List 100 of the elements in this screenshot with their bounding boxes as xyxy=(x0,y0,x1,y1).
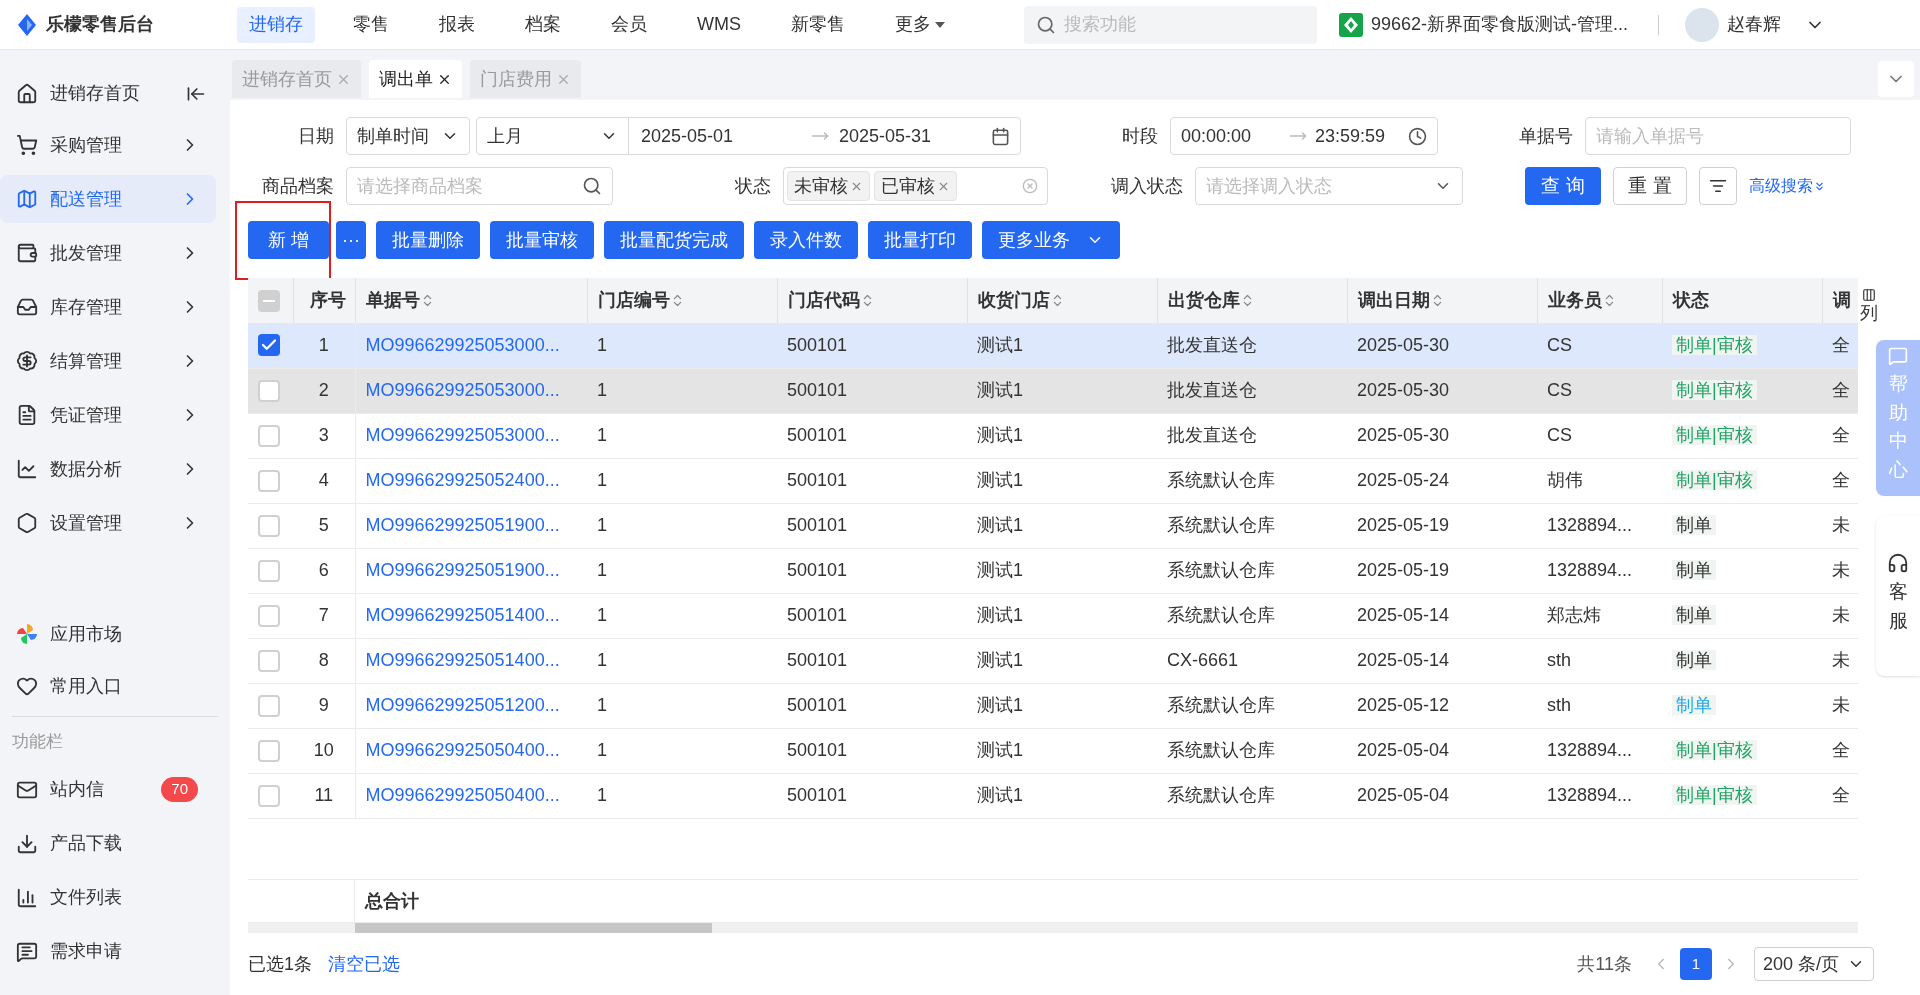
tabs-menu-button[interactable] xyxy=(1878,61,1914,97)
column-header[interactable]: 出货仓库 xyxy=(1167,287,1255,314)
column-settings-button[interactable]: 列 xyxy=(1860,288,1878,324)
row-checkbox[interactable] xyxy=(258,784,280,807)
row-checkbox[interactable] xyxy=(258,334,280,357)
row-checkbox[interactable] xyxy=(258,559,280,582)
date-type-select[interactable]: 制单时间 xyxy=(346,117,470,155)
document-link[interactable]: MO996629925051900... xyxy=(365,515,560,535)
row-checkbox[interactable] xyxy=(258,514,280,537)
column-header[interactable]: 门店编号 xyxy=(597,287,685,314)
row-checkbox[interactable] xyxy=(258,469,280,492)
time-start-field[interactable]: 00:00:00 xyxy=(1181,122,1281,150)
document-link[interactable]: MO996629925051200... xyxy=(365,695,560,715)
filter-settings-button[interactable] xyxy=(1699,167,1737,205)
clock-icon[interactable] xyxy=(1408,126,1427,146)
store-name[interactable]: 99662-新界面零食版测试-管理... xyxy=(1371,11,1629,38)
document-link[interactable]: MO996629925053000... xyxy=(365,334,560,355)
table-row[interactable]: 10 MO996629925050400... 1 500101 测试1 系统默认仓库 2025-05-04 1328894... 制单|审核 全 xyxy=(248,728,1858,773)
select-all-checkbox[interactable] xyxy=(258,289,280,312)
action-button[interactable]: 批量审核 xyxy=(490,221,594,259)
sidebar-item[interactable]: 凭证管理 xyxy=(0,391,216,439)
document-link[interactable]: MO996629925050400... xyxy=(365,740,560,760)
row-checkbox[interactable] xyxy=(258,604,280,627)
column-header[interactable]: 单据号 xyxy=(365,287,435,314)
table-row[interactable]: 8 MO996629925051400... 1 500101 测试1 CX-6661 2025-05-14 sth 制单 未 xyxy=(248,638,1858,683)
time-end-field[interactable]: 23:59:59 xyxy=(1315,122,1386,150)
page-size-select[interactable]: 200 条/页 xyxy=(1753,947,1874,981)
table-row[interactable]: 11 MO996629925050400... 1 500101 测试1 系统默认仓库 2025-05-04 1328894... 制单|审核 全 xyxy=(248,773,1858,818)
column-header[interactable]: 调 xyxy=(1832,287,1851,314)
column-header[interactable]: 业务员 xyxy=(1547,287,1617,314)
row-checkbox[interactable] xyxy=(258,649,280,672)
row-checkbox[interactable] xyxy=(258,694,280,717)
document-link[interactable]: MO996629925053000... xyxy=(365,380,560,400)
document-link[interactable]: MO996629925052400... xyxy=(365,470,560,490)
row-checkbox[interactable] xyxy=(258,379,280,402)
status-select[interactable]: 未审核 已审核 xyxy=(783,167,1048,205)
action-button[interactable]: 更多业务 xyxy=(982,221,1120,259)
advanced-search-link[interactable]: 高级搜索 xyxy=(1749,174,1826,198)
top-nav-link[interactable]: 档案 xyxy=(513,6,573,43)
scrollbar-thumb[interactable] xyxy=(355,923,712,933)
column-header[interactable]: 序号 xyxy=(309,287,346,314)
date-end-field[interactable]: 2025-05-31 xyxy=(839,122,989,150)
table-row[interactable]: 1 MO996629925053000... 1 500101 测试1 批发直送仓 2025-05-30 CS 制单|审核 全 xyxy=(248,323,1858,368)
column-header[interactable]: 调出日期 xyxy=(1357,287,1445,314)
clear-selection-link[interactable]: 清空已选 xyxy=(328,950,400,978)
action-button[interactable]: 批量删除 xyxy=(376,221,480,259)
document-link[interactable]: MO996629925050400... xyxy=(365,785,560,805)
column-header[interactable]: 收货门店 xyxy=(977,287,1065,314)
customer-service-button[interactable]: 客服 xyxy=(1876,516,1920,676)
top-nav-link[interactable]: 进销存 xyxy=(237,6,315,43)
table-row[interactable]: 7 MO996629925051400... 1 500101 测试1 系统默认仓库 2025-05-14 郑志炜 制单 未 xyxy=(248,593,1858,638)
action-button[interactable]: 新 增 xyxy=(248,221,329,259)
column-header[interactable]: 状态 xyxy=(1672,287,1709,314)
sidebar-item[interactable]: 站内信 70 xyxy=(0,762,230,817)
document-link[interactable]: MO996629925051400... xyxy=(365,650,560,670)
row-checkbox[interactable] xyxy=(258,424,280,447)
action-button[interactable]: 批量配货完成 xyxy=(604,221,744,259)
document-link[interactable]: MO996629925053000... xyxy=(365,425,560,445)
row-checkbox[interactable] xyxy=(258,739,280,762)
document-link[interactable]: MO996629925051900... xyxy=(365,560,560,580)
page-tab[interactable]: 调出单 xyxy=(369,60,462,98)
user-name[interactable]: 赵春辉 xyxy=(1727,11,1782,38)
sidebar-item[interactable]: 应用市场 xyxy=(0,608,230,660)
calendar-icon[interactable] xyxy=(991,126,1010,146)
table-row[interactable]: 6 MO996629925051900... 1 500101 测试1 系统默认仓库 2025-05-19 1328894... 制单 未 xyxy=(248,548,1858,593)
sidebar-item[interactable]: 产品下载 xyxy=(0,816,230,871)
table-row[interactable]: 2 MO996629925053000... 1 500101 测试1 批发直送仓 2025-05-30 CS 制单|审核 全 xyxy=(248,368,1858,413)
sidebar-item[interactable]: 设置管理 xyxy=(0,499,216,547)
sidebar-item[interactable]: 批发管理 xyxy=(0,229,216,277)
sidebar-item[interactable]: 文件列表 xyxy=(0,870,230,925)
top-nav-link[interactable]: 零售 xyxy=(341,6,401,43)
document-link[interactable]: MO996629925051400... xyxy=(365,605,560,625)
sidebar-item[interactable]: 需求申请 xyxy=(0,924,230,979)
table-row[interactable]: 5 MO996629925051900... 1 500101 测试1 系统默认仓库 2025-05-19 1328894... 制单 未 xyxy=(248,503,1858,548)
page-button[interactable]: 1 xyxy=(1679,948,1712,980)
sidebar-home-link[interactable]: 进销存首页 xyxy=(50,80,174,107)
top-nav-link[interactable]: WMS xyxy=(685,6,753,43)
horizontal-scrollbar[interactable] xyxy=(248,923,1858,933)
user-avatar[interactable] xyxy=(1685,7,1720,42)
sidebar-item[interactable]: 库存管理 xyxy=(0,283,216,331)
sidebar-item[interactable]: 常用入口 xyxy=(0,660,230,712)
table-row[interactable]: 4 MO996629925052400... 1 500101 测试1 系统默认仓库 2025-05-24 胡伟 制单|审核 全 xyxy=(248,458,1858,503)
date-range-select[interactable]: 上月 xyxy=(477,118,629,154)
action-button[interactable]: 批量打印 xyxy=(868,221,972,259)
date-start-field[interactable]: 2025-05-01 xyxy=(641,122,801,150)
sidebar-item[interactable]: 结算管理 xyxy=(0,337,216,385)
clear-icon[interactable] xyxy=(1022,178,1038,194)
sidebar-item[interactable]: 采购管理 xyxy=(0,121,216,169)
top-nav-link[interactable]: 更多 xyxy=(883,6,957,43)
top-nav-link[interactable]: 会员 xyxy=(599,6,659,43)
top-nav-link[interactable]: 报表 xyxy=(427,6,487,43)
sidebar-item[interactable]: 配送管理 xyxy=(0,175,216,223)
top-nav-link[interactable]: 新零售 xyxy=(779,6,857,43)
more-actions-button[interactable]: ··· xyxy=(336,221,366,259)
reset-button[interactable]: 重 置 xyxy=(1613,167,1687,205)
action-button[interactable]: 录入件数 xyxy=(754,221,858,259)
table-row[interactable]: 9 MO996629925051200... 1 500101 测试1 系统默认仓库 2025-05-12 sth 制单 未 xyxy=(248,683,1858,728)
column-header[interactable]: 门店代码 xyxy=(787,287,875,314)
table-row[interactable]: 3 MO996629925053000... 1 500101 测试1 批发直送仓 2025-05-30 CS 制单|审核 全 xyxy=(248,413,1858,458)
query-button[interactable]: 查 询 xyxy=(1525,167,1601,205)
